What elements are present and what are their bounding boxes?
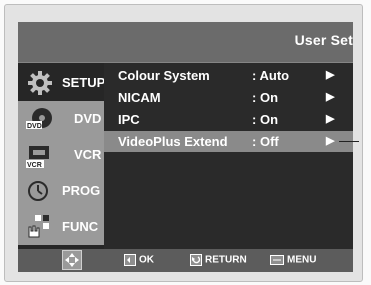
arrow-right-icon: ▶ xyxy=(326,135,335,147)
dvd-icon: DVD xyxy=(26,108,52,130)
menu-row-value: : On xyxy=(252,112,279,127)
menu-row-colour-system[interactable]: Colour System : Auto ▶ xyxy=(104,65,353,86)
menu-row-value: : Off xyxy=(252,134,279,149)
sidebar-item-dvd[interactable]: DVD DVD xyxy=(18,101,104,137)
sidebar-item-label: VCR xyxy=(74,147,102,162)
sidebar-item-func[interactable]: FUNC xyxy=(18,209,104,245)
hand-grid-icon xyxy=(28,215,49,238)
page-title: User Set xyxy=(294,32,353,48)
menu-panel: Colour System : Auto ▶ NICAM : On ▶ IPC … xyxy=(104,63,353,249)
menu-row-label: VideoPlus Extend xyxy=(118,134,228,149)
menu-row-value: : On xyxy=(252,90,279,105)
callout-pointer-line xyxy=(339,141,359,142)
sidebar-item-prog[interactable]: PROG xyxy=(18,173,104,209)
sidebar-item-label: FUNC xyxy=(62,219,99,234)
menu-row-nicam[interactable]: NICAM : On ▶ xyxy=(104,87,353,108)
menu-row-label: NICAM xyxy=(118,90,161,105)
header-bar: User Set xyxy=(18,22,353,63)
dvd-badge: DVD xyxy=(27,123,42,130)
menu-button[interactable]: MENU xyxy=(270,254,316,268)
return-label: RETURN xyxy=(205,254,247,266)
menu-row-videoplus-extend[interactable]: VideoPlus Extend : Off ▶ xyxy=(104,131,353,152)
ok-label: OK xyxy=(139,254,154,266)
arrow-right-icon: ▶ xyxy=(326,113,335,125)
navigation-pad-icon xyxy=(62,250,82,270)
menu-row-label: Colour System xyxy=(118,68,210,83)
ok-button[interactable]: OK xyxy=(124,254,154,268)
sidebar-item-label: SETUP xyxy=(62,75,106,90)
sidebar: SETUP DVD DVD VCR VCR PROG FUNC xyxy=(18,63,106,249)
menu-row-value: : Auto xyxy=(252,68,290,83)
osd-screen: User Set SETUP DVD DVD VCR VCR PROG FUNC… xyxy=(18,22,353,272)
sidebar-item-label: PROG xyxy=(62,183,101,198)
return-button[interactable]: RETURN xyxy=(190,254,247,268)
return-icon xyxy=(190,254,202,266)
sidebar-item-vcr[interactable]: VCR VCR xyxy=(18,137,104,173)
menu-row-label: IPC xyxy=(118,112,140,127)
menu-label: MENU xyxy=(287,254,317,266)
ok-icon xyxy=(124,254,136,266)
sidebar-item-label: DVD xyxy=(74,111,102,126)
sidebar-item-setup[interactable]: SETUP xyxy=(18,65,106,101)
menu-row-ipc[interactable]: IPC : On ▶ xyxy=(104,109,353,130)
gear-icon xyxy=(28,71,52,95)
arrow-right-icon: ▶ xyxy=(326,91,335,103)
footer-bar: OK RETURN MENU xyxy=(18,249,353,272)
arrow-right-icon: ▶ xyxy=(326,69,335,81)
vcr-badge: VCR xyxy=(27,162,42,169)
clock-icon xyxy=(28,181,48,201)
vcr-tape-icon: VCR xyxy=(26,146,49,169)
menu-icon xyxy=(270,255,284,265)
